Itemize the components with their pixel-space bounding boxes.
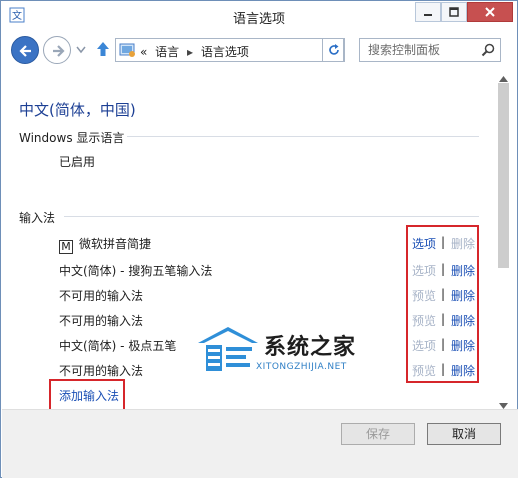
control-panel-icon xyxy=(119,42,137,61)
save-button[interactable]: 保存 xyxy=(341,423,415,445)
input-method-name: 微软拼音简捷 xyxy=(79,237,152,251)
section-divider xyxy=(64,216,479,217)
watermark-text: 系统之家 xyxy=(264,335,357,360)
minimize-button[interactable] xyxy=(415,2,441,22)
input-method-name: 不可用的输入法 xyxy=(59,364,144,378)
navigation-bar: « 语言 ▸ 语言选项 xyxy=(1,33,517,67)
scrollbar-thumb[interactable] xyxy=(498,83,509,268)
language-options-window: 文 语言选项 « 语言 ▸ 语言选项 搜索控制面板 中文(简体，中国) Wind… xyxy=(0,0,518,478)
forward-arrow-icon xyxy=(53,45,65,57)
maximize-button[interactable] xyxy=(441,2,467,22)
refresh-button[interactable] xyxy=(322,38,344,62)
display-language-status: 已启用 xyxy=(59,155,96,169)
page-title: 中文(简体，中国) xyxy=(19,101,136,119)
breadcrumb-language[interactable]: 语言 xyxy=(155,45,179,59)
input-method-name: 不可用的输入法 xyxy=(59,289,144,303)
breadcrumb-overflow[interactable]: « xyxy=(140,45,147,59)
refresh-icon xyxy=(329,44,339,55)
recent-pages-dropdown[interactable] xyxy=(75,44,87,58)
cancel-button[interactable]: 取消 xyxy=(427,423,501,445)
breadcrumb-language-options[interactable]: 语言选项 xyxy=(201,45,249,59)
up-arrow-icon xyxy=(97,42,109,56)
watermark: 系统之家 XITONGZHIJIA.NET xyxy=(194,321,384,379)
ime-badge-icon: M xyxy=(59,240,73,254)
search-input[interactable] xyxy=(360,39,478,61)
section-divider xyxy=(127,136,479,137)
up-button[interactable] xyxy=(95,40,111,61)
address-bar[interactable]: « 语言 ▸ 语言选项 xyxy=(115,38,430,62)
input-method-name: 中文(简体) - 搜狗五笔输入法 xyxy=(59,264,213,278)
search-icon[interactable] xyxy=(481,43,495,60)
input-method-name: 不可用的输入法 xyxy=(59,314,144,328)
breadcrumb-separator-icon[interactable]: ▸ xyxy=(187,45,193,59)
forward-button[interactable] xyxy=(43,36,71,64)
title-bar: 文 语言选项 xyxy=(1,1,517,31)
watermark-url: XITONGZHIJIA.NET xyxy=(256,362,347,372)
back-arrow-icon xyxy=(19,45,31,57)
input-methods-heading: 输入法 xyxy=(19,211,56,225)
highlight-box xyxy=(49,379,125,412)
vertical-scrollbar[interactable] xyxy=(495,69,512,409)
chevron-down-icon xyxy=(76,46,86,54)
watermark-logo-icon xyxy=(198,327,258,371)
back-button[interactable] xyxy=(11,36,39,64)
display-language-heading: Windows 显示语言 xyxy=(19,131,125,145)
close-button[interactable] xyxy=(467,2,513,22)
input-method-name: 中文(简体) - 极点五笔 xyxy=(59,339,177,353)
search-box[interactable] xyxy=(359,38,501,62)
dialog-footer: 保存 取消 xyxy=(2,409,518,478)
highlight-box xyxy=(406,225,479,383)
